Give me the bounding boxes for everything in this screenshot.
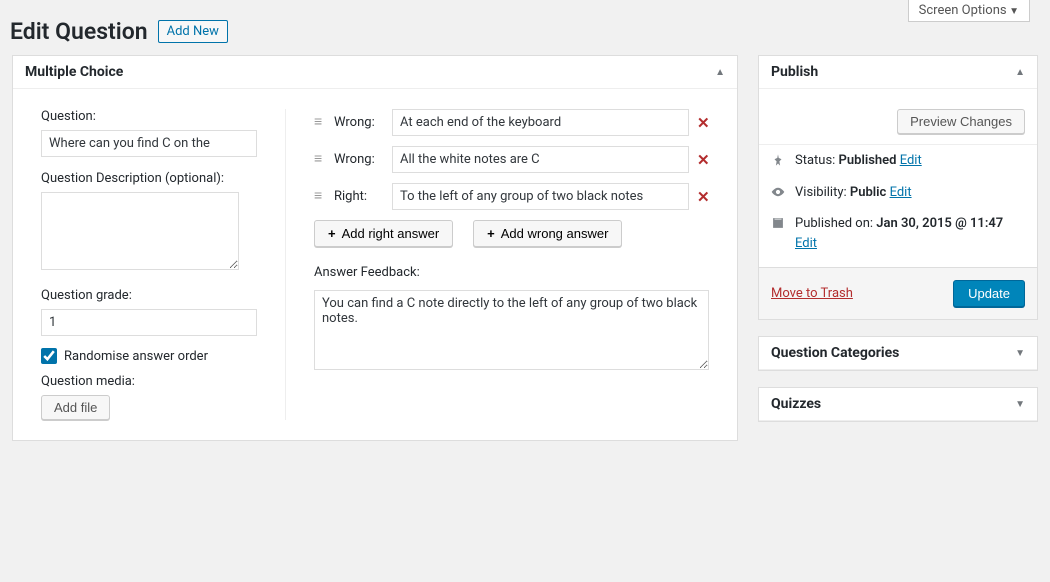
multiple-choice-heading: Multiple Choice <box>25 64 123 80</box>
randomise-checkbox[interactable] <box>41 348 57 364</box>
drag-handle-icon[interactable] <box>314 121 326 124</box>
preview-changes-button[interactable]: Preview Changes <box>897 109 1025 134</box>
randomise-label: Randomise answer order <box>64 349 208 364</box>
question-input[interactable] <box>41 130 257 157</box>
status-text: Status: Published Edit <box>795 151 1025 171</box>
question-categories-heading: Question Categories <box>771 345 899 361</box>
collapse-icon[interactable]: ▲ <box>1015 67 1025 78</box>
grade-label: Question grade: <box>41 288 257 303</box>
edit-visibility-link[interactable]: Edit <box>890 185 912 200</box>
answer-row: Right: ✕ <box>314 183 709 210</box>
remove-answer-icon[interactable]: ✕ <box>697 114 709 132</box>
quizzes-header[interactable]: Quizzes ▼ <box>759 388 1037 421</box>
answer-type-label: Right: <box>334 189 384 204</box>
question-categories-header[interactable]: Question Categories ▼ <box>759 337 1037 370</box>
pin-icon <box>771 153 785 167</box>
multiple-choice-header[interactable]: Multiple Choice ▲ <box>13 56 737 89</box>
expand-icon[interactable]: ▼ <box>1015 348 1025 359</box>
collapse-icon[interactable]: ▲ <box>715 67 725 78</box>
plus-icon: + <box>328 226 336 241</box>
remove-answer-icon[interactable]: ✕ <box>697 188 709 206</box>
answer-input[interactable] <box>392 109 689 136</box>
expand-icon[interactable]: ▼ <box>1015 399 1025 410</box>
media-label: Question media: <box>41 374 257 389</box>
publish-heading: Publish <box>771 64 818 80</box>
feedback-label: Answer Feedback: <box>314 265 709 280</box>
edit-date-link[interactable]: Edit <box>795 236 817 251</box>
edit-status-link[interactable]: Edit <box>900 153 922 168</box>
answer-row: Wrong: ✕ <box>314 146 709 173</box>
eye-icon <box>771 185 785 199</box>
drag-handle-icon[interactable] <box>314 158 326 161</box>
grade-input[interactable] <box>41 309 257 336</box>
screen-options-button[interactable]: Screen Options <box>908 0 1030 22</box>
add-file-button[interactable]: Add file <box>41 395 110 420</box>
publish-header[interactable]: Publish ▲ <box>759 56 1037 89</box>
answer-type-label: Wrong: <box>334 115 384 130</box>
published-on-text: Published on: Jan 30, 2015 @ 11:47Edit <box>795 214 1025 253</box>
question-label: Question: <box>41 109 257 124</box>
remove-answer-icon[interactable]: ✕ <box>697 151 709 169</box>
multiple-choice-panel: Multiple Choice ▲ Question: Question Des… <box>12 55 738 441</box>
description-textarea[interactable] <box>41 192 239 270</box>
page-title: Edit Question <box>10 18 148 45</box>
answer-input[interactable] <box>392 146 689 173</box>
answer-row: Wrong: ✕ <box>314 109 709 136</box>
description-label: Question Description (optional): <box>41 171 257 186</box>
answer-input[interactable] <box>392 183 689 210</box>
publish-panel: Publish ▲ Preview Changes Status: Publis… <box>758 55 1038 320</box>
update-button[interactable]: Update <box>953 280 1025 307</box>
add-wrong-answer-button[interactable]: +Add wrong answer <box>473 220 622 247</box>
visibility-text: Visibility: Public Edit <box>795 183 1025 203</box>
quizzes-panel: Quizzes ▼ <box>758 387 1038 422</box>
answer-type-label: Wrong: <box>334 152 384 167</box>
drag-handle-icon[interactable] <box>314 195 326 198</box>
feedback-textarea[interactable]: You can find a C note directly to the le… <box>314 290 709 370</box>
quizzes-heading: Quizzes <box>771 396 821 412</box>
add-new-button[interactable]: Add New <box>158 20 228 43</box>
plus-icon: + <box>487 226 495 241</box>
add-right-answer-button[interactable]: +Add right answer <box>314 220 453 247</box>
calendar-icon <box>771 216 785 230</box>
question-categories-panel: Question Categories ▼ <box>758 336 1038 371</box>
move-to-trash-link[interactable]: Move to Trash <box>771 286 853 301</box>
